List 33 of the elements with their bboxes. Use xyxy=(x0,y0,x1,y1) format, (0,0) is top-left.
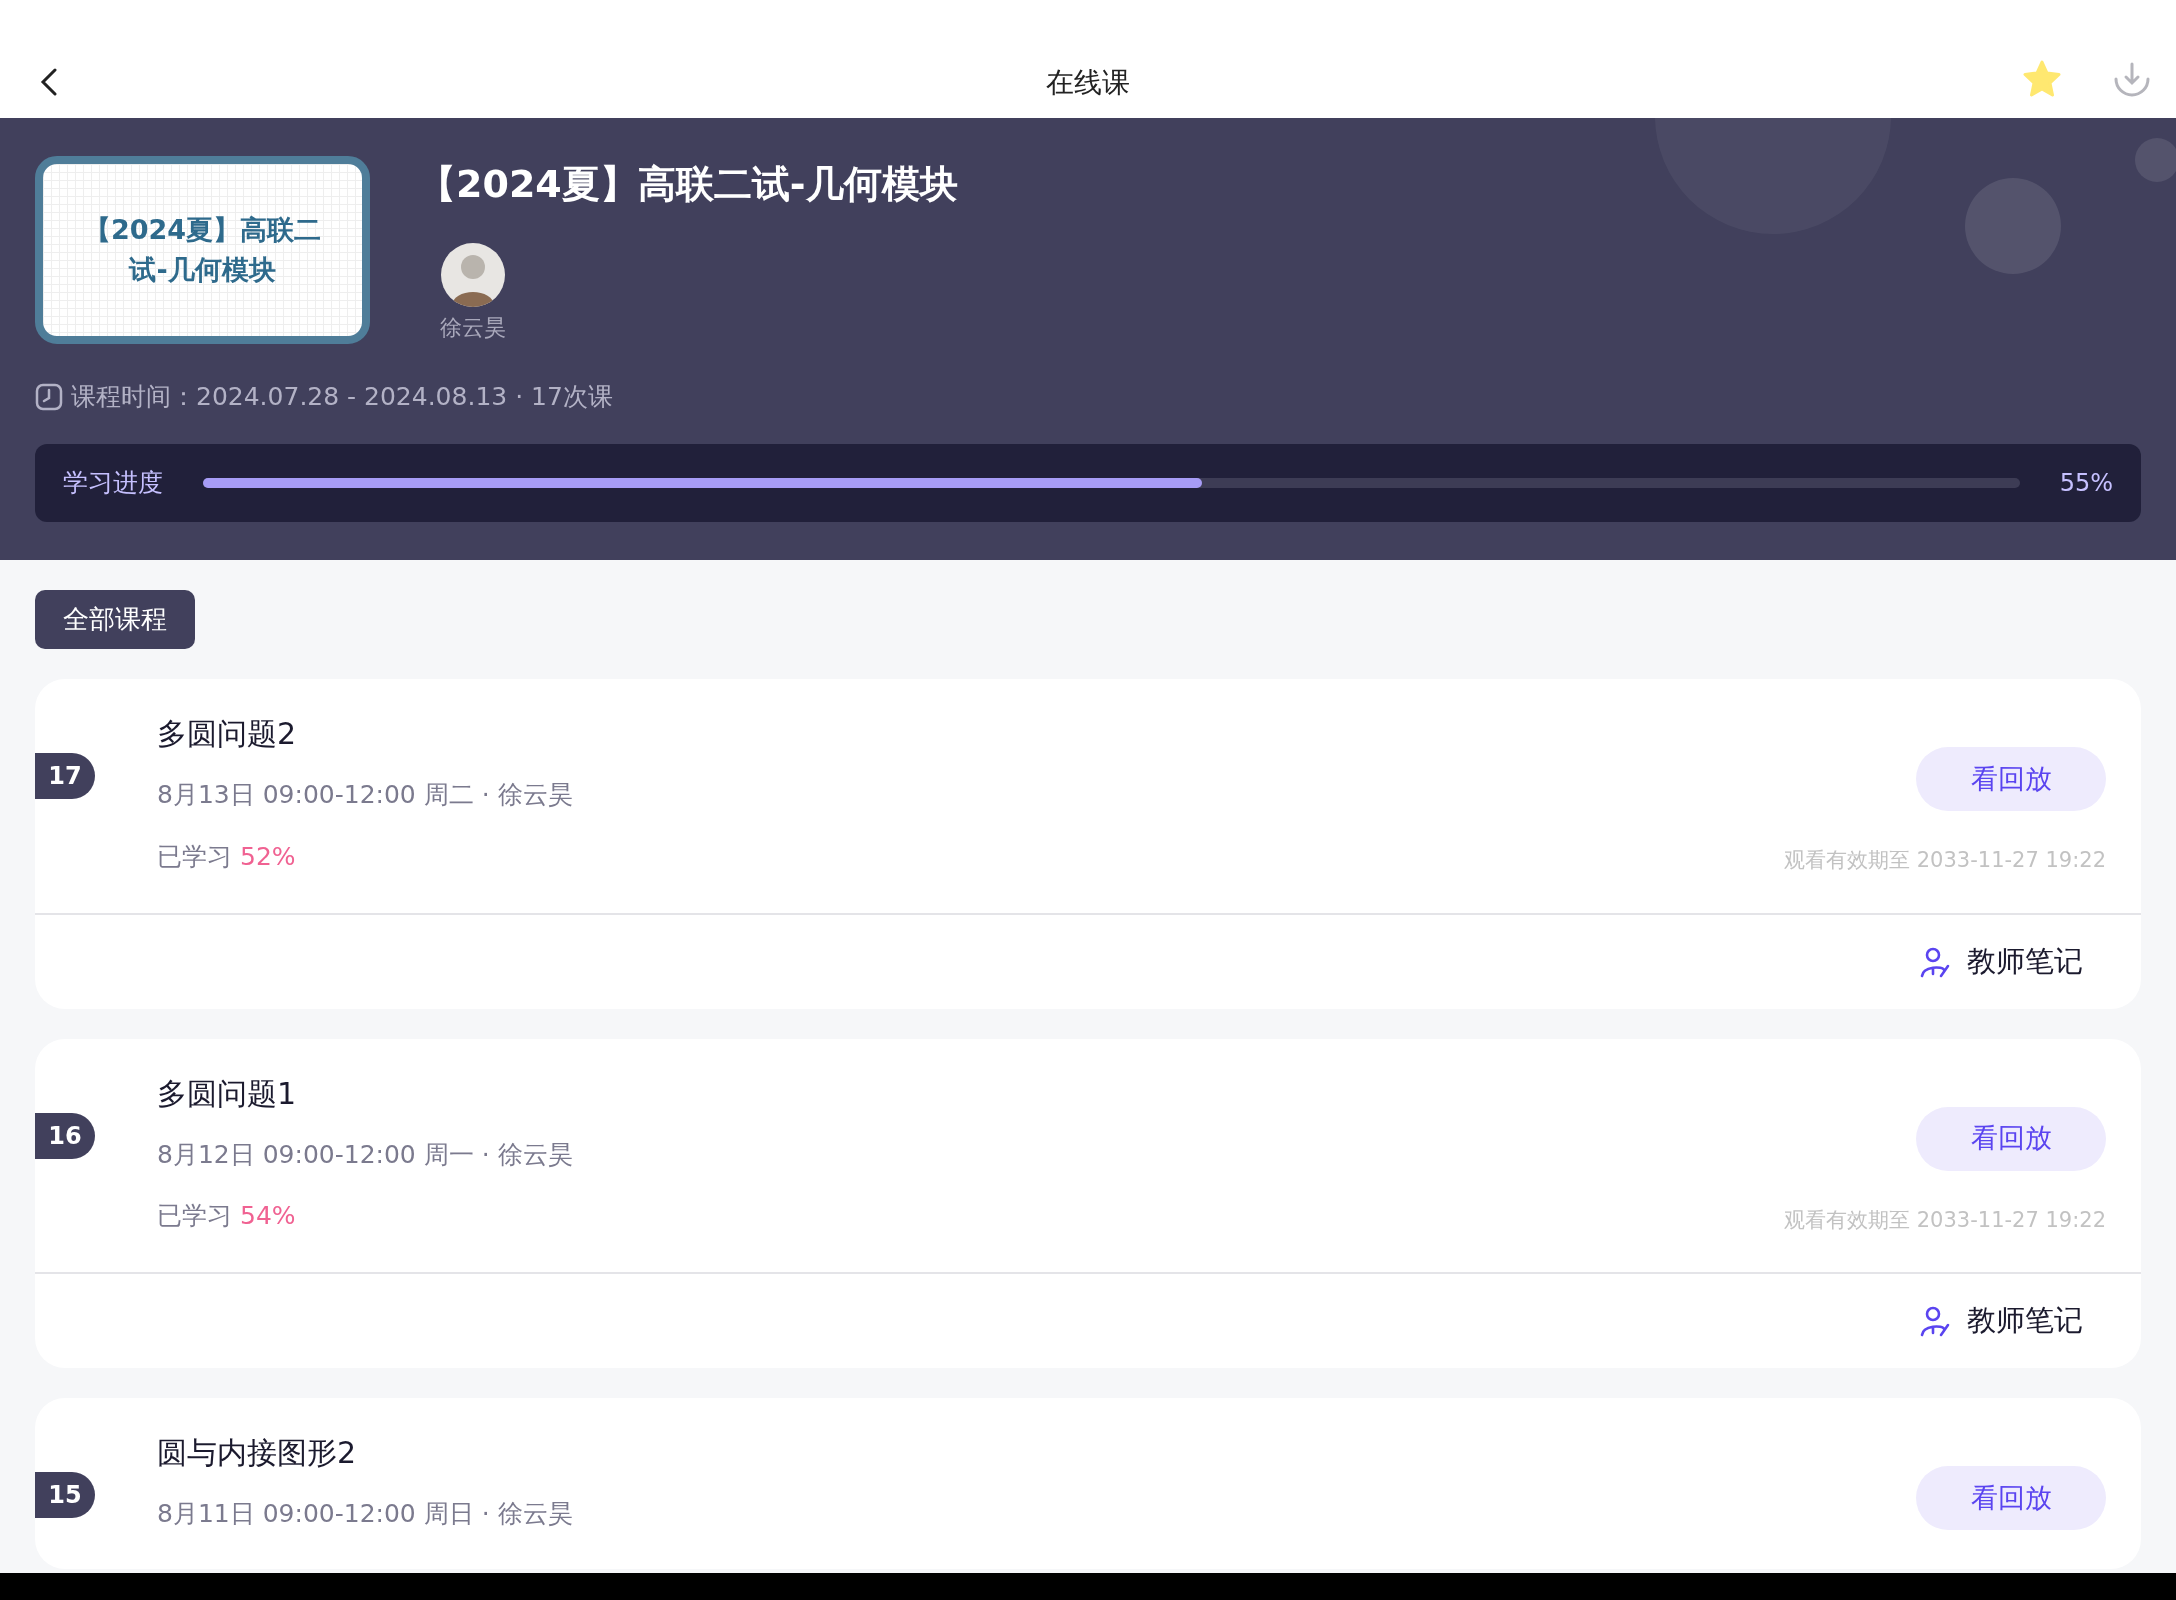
lesson-number: 15 xyxy=(35,1472,95,1518)
teacher-icon xyxy=(1919,1305,1951,1337)
filter-tab[interactable]: 全部课程 xyxy=(35,590,195,649)
lesson-title: 圆与内接图形2 xyxy=(157,1434,358,1472)
studied-percent: 52% xyxy=(240,840,296,873)
clock-icon xyxy=(35,382,63,411)
lesson-schedule: 8月13日 09:00-12:00 周二 · 徐云昊 xyxy=(157,779,573,811)
page-title: 在线课 xyxy=(1046,65,1130,101)
expiry-text: 观看有效期至 2033-11-27 19:22 xyxy=(1784,847,2106,874)
lesson-schedule: 8月12日 09:00-12:00 周一 · 徐云昊 xyxy=(157,1138,573,1171)
course-cover: 【2024夏】高联二 试-几何模块 xyxy=(35,156,370,344)
teacher-notes-button[interactable]: 教师笔记 xyxy=(1913,1298,2089,1344)
teacher-notes-button[interactable]: 教师笔记 xyxy=(1913,938,2089,985)
progress-value: 55% xyxy=(2059,467,2113,499)
lesson-number: 17 xyxy=(35,753,95,799)
expiry-text: 观看有效期至 2033-11-27 19:22 xyxy=(1784,1206,2106,1234)
star-icon[interactable] xyxy=(2022,60,2062,98)
course-time: 课程时间：2024.07.28 - 2024.08.13 · 17次课 xyxy=(71,381,613,413)
back-icon[interactable] xyxy=(40,68,58,96)
teacher-icon xyxy=(1919,945,1951,978)
lesson-schedule: 8月11日 09:00-12:00 周日 · 徐云昊 xyxy=(157,1498,573,1530)
lesson-title: 多圆问题2 xyxy=(157,715,298,753)
replay-button[interactable]: 看回放 xyxy=(1916,747,2106,811)
replay-button[interactable]: 看回放 xyxy=(1916,1466,2106,1530)
replay-button[interactable]: 看回放 xyxy=(1916,1106,2106,1171)
course-title: 【2024夏】高联二试-几何模块 xyxy=(418,161,958,208)
lesson-number: 16 xyxy=(35,1112,95,1159)
studied-label: 已学习 xyxy=(157,840,232,873)
studied-percent: 54% xyxy=(240,1200,296,1232)
lesson-title: 多圆问题1 xyxy=(157,1074,298,1113)
progress-label: 学习进度 xyxy=(63,466,163,499)
teacher-name: 徐云昊 xyxy=(440,314,506,342)
studied-label: 已学习 xyxy=(157,1200,232,1232)
